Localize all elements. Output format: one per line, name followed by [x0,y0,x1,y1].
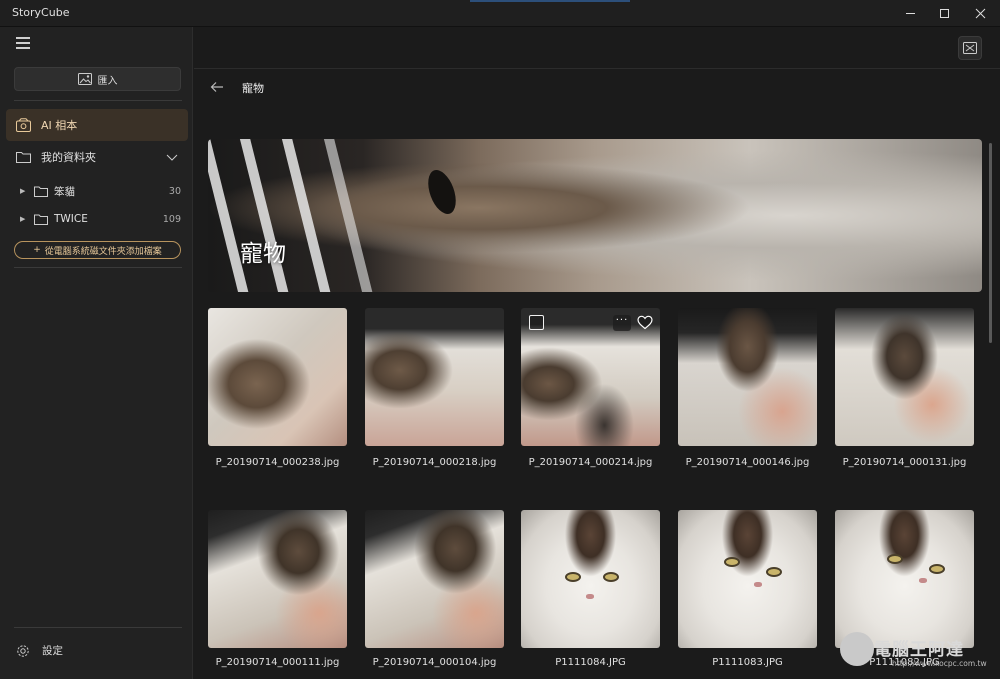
gear-icon [17,644,29,657]
folder-name: TWICE [54,213,88,225]
close-icon [975,8,985,19]
folder-icon [16,152,31,163]
hamburger-menu-icon[interactable] [16,37,32,51]
photo-filename: P_20190714_000218.jpg [372,457,497,468]
expand-triangle-icon[interactable]: ▶ [20,187,28,195]
vertical-scrollbar[interactable] [989,143,992,343]
sidebar-divider [14,100,182,101]
slideshow-button[interactable] [958,36,982,60]
photo-filename: P1111084.JPG [555,657,626,668]
photo-thumbnail[interactable] [678,510,817,648]
sidebar: 匯入 AI 相本 我的資料夾 ▶ 笨貓 30 ▶ TWICE 109 + 從電腦… [0,27,193,679]
import-button[interactable]: 匯入 [14,67,181,91]
page-title: 寵物 [242,82,264,95]
banner-title: 寵物 [240,241,286,267]
ai-album-icon [16,118,31,132]
maximize-icon [939,9,949,18]
folder-icon [34,214,48,225]
select-checkbox[interactable] [529,315,544,330]
add-folder-label: 從電腦系統磁文件夾添加檔案 [44,246,162,257]
more-options-icon[interactable]: ··· [613,315,631,331]
back-arrow-icon[interactable] [210,80,224,94]
photo-thumbnail[interactable] [835,510,974,648]
folder-icon [34,186,48,197]
photo-filename: P_20190714_000214.jpg [528,457,653,468]
folder-name: 笨貓 [54,185,75,198]
album-banner: 寵物 [208,139,982,292]
watermark-text: 電腦王阿達 [874,640,964,660]
settings-button[interactable]: 設定 [16,643,63,658]
settings-label: 設定 [42,645,63,657]
folder-item[interactable]: ▶ TWICE 109 [20,209,182,229]
watermark-url: http://www.kocpc.com.tw [892,659,987,668]
sidebar-item-my-folders[interactable]: 我的資料夾 [16,145,182,169]
photo-thumbnail[interactable] [365,308,504,446]
photo-thumbnail[interactable] [208,510,347,648]
photo-filename: P_20190714_000111.jpg [215,657,340,668]
close-button[interactable] [962,0,998,27]
photo-thumbnail[interactable] [678,308,817,446]
photo-filename: P_20190714_000104.jpg [372,657,497,668]
minimize-button[interactable] [892,0,928,27]
ai-album-label: AI 相本 [41,119,78,132]
cat-eye [422,166,462,218]
photo-thumbnail[interactable]: ··· [521,308,660,446]
my-folders-label: 我的資料夾 [41,151,96,164]
image-import-icon [77,73,92,85]
photo-thumbnail[interactable] [365,510,504,648]
picture-icon [963,42,977,54]
title-accent [470,0,630,2]
minimize-icon [905,13,915,14]
maximize-button[interactable] [926,0,962,27]
photo-thumbnail[interactable] [208,308,347,446]
sidebar-divider [14,627,182,628]
add-folder-button[interactable]: + 從電腦系統磁文件夾添加檔案 [14,241,181,259]
sidebar-divider [14,267,182,268]
chevron-down-icon[interactable] [166,151,178,163]
folder-item[interactable]: ▶ 笨貓 30 [20,181,182,201]
photo-thumbnail[interactable] [835,308,974,446]
header-divider [194,68,1000,69]
sidebar-item-ai-album[interactable]: AI 相本 [6,109,188,141]
expand-triangle-icon[interactable]: ▶ [20,215,28,223]
photo-thumbnail[interactable] [521,510,660,648]
photo-filename: P_20190714_000238.jpg [215,457,340,468]
title-bar: StoryCube [0,0,1000,27]
watermark-logo [840,632,874,666]
app-title: StoryCube [12,6,70,19]
photo-filename: P1111083.JPG [712,657,783,668]
heart-icon[interactable] [637,315,653,330]
plus-icon: + [33,245,41,255]
import-label: 匯入 [97,75,118,87]
photo-filename: P_20190714_000146.jpg [685,457,810,468]
watermark: 電腦王阿達 http://www.kocpc.com.tw [840,632,992,672]
folder-count: 30 [168,185,181,197]
folder-count: 109 [162,213,181,225]
photo-filename: P_20190714_000131.jpg [842,457,967,468]
